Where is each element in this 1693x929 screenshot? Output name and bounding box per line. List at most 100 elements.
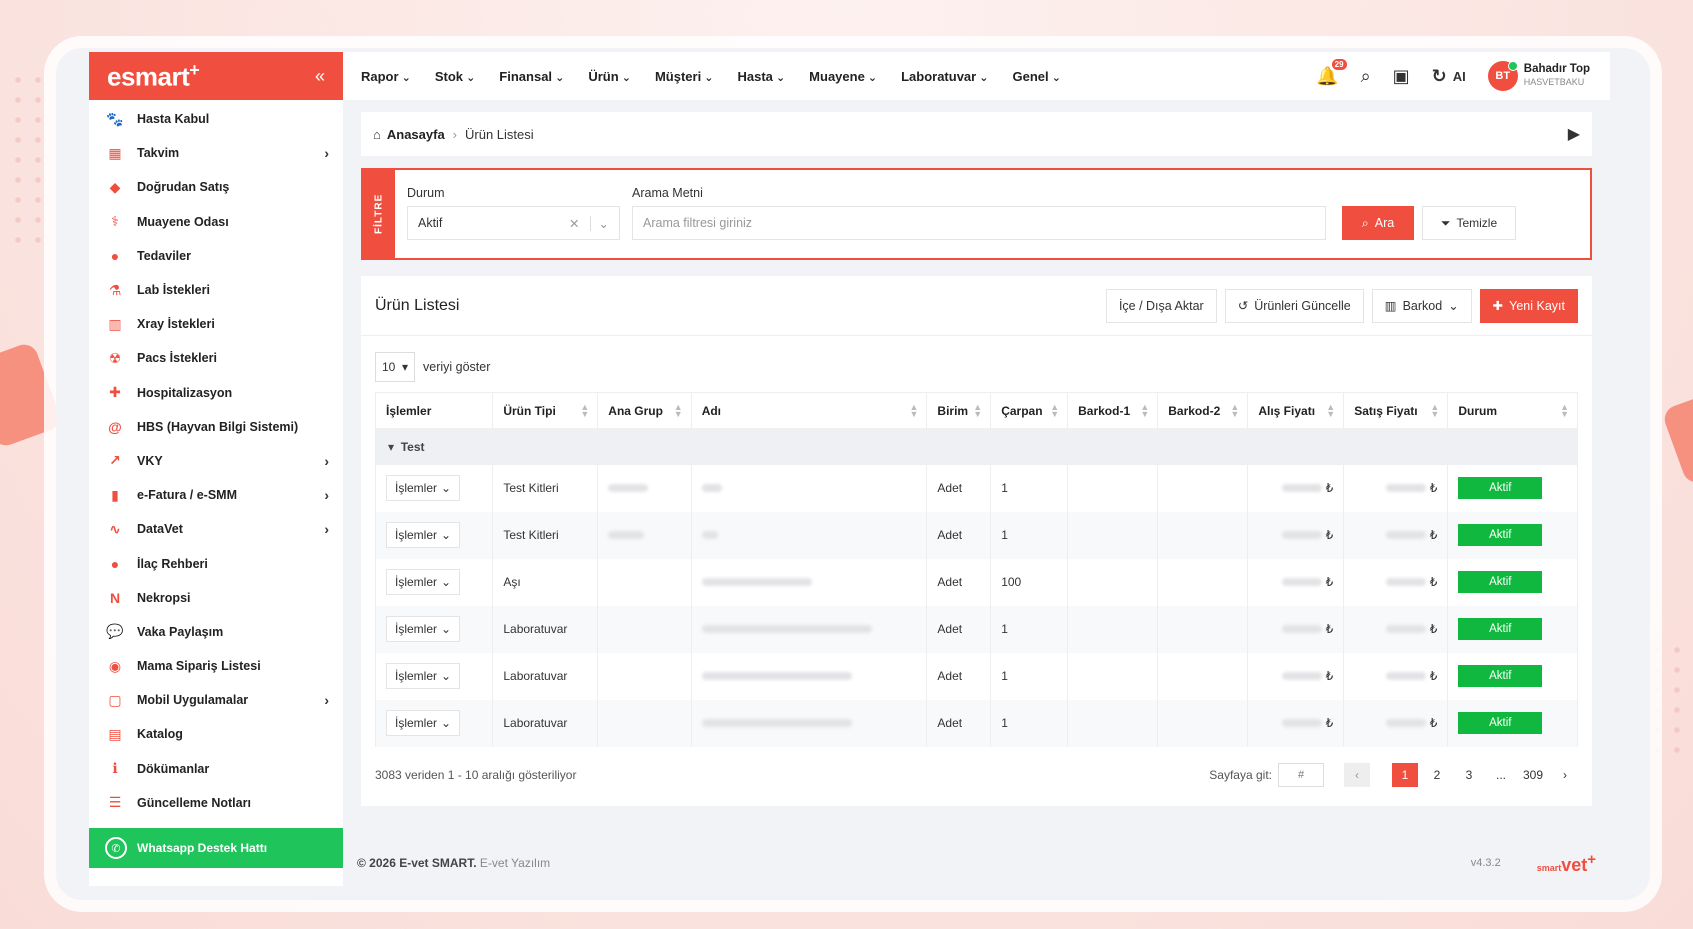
- qr-code-icon[interactable]: ▣: [1393, 66, 1410, 87]
- next-page-button[interactable]: ›: [1552, 763, 1578, 787]
- sidebar-item-11[interactable]: ▮ e-Fatura / e-SMM ›: [89, 478, 343, 512]
- top-menu-item[interactable]: Stok: [435, 69, 475, 84]
- chevron-right-icon: ›: [324, 487, 329, 504]
- sidebar-item-4[interactable]: ● Tedaviler: [89, 239, 343, 273]
- breadcrumb-home[interactable]: Anasayfa: [387, 127, 445, 142]
- search-icon[interactable]: ⌕: [1361, 66, 1371, 87]
- sidebar-item-3[interactable]: ⚕ Muayene Odası: [89, 205, 343, 239]
- top-menu-item[interactable]: Muayene: [809, 69, 877, 84]
- sidebar-item-1[interactable]: ▦ Takvim ›: [89, 136, 343, 170]
- sidebar-item-0[interactable]: 🐾 Hasta Kabul: [89, 102, 343, 136]
- user-menu[interactable]: BT Bahadır Top HASVETBAKU: [1487, 61, 1590, 91]
- column-header[interactable]: Ürün Tipi ▲ ▼: [492, 392, 599, 429]
- avatar: BT: [1487, 61, 1518, 91]
- sidebar-item-label: DataVet: [137, 522, 183, 537]
- whatsapp-support-button[interactable]: ✆ Whatsapp Destek Hattı: [89, 828, 343, 868]
- topbar: Rapor Stok Finansal Ürün Müşteri Hasta Muayene…: [343, 52, 1610, 100]
- medicine-icon: ●: [110, 555, 120, 572]
- column-header[interactable]: Ana Grup ▲ ▼: [597, 392, 692, 429]
- screen-video-icon[interactable]: ▶: [1568, 124, 1580, 144]
- column-header[interactable]: Adı ▲ ▼: [690, 392, 928, 429]
- top-menu-item[interactable]: Laboratuvar: [901, 69, 988, 84]
- sidebar-item-10[interactable]: ↗ VKY ›: [89, 444, 343, 478]
- sidebar-item-20[interactable]: ☰ Güncelleme Notları: [89, 786, 343, 820]
- top-menu-item[interactable]: Finansal: [499, 69, 564, 84]
- row-actions-dropdown[interactable]: İşlemler ⌄: [386, 569, 461, 595]
- sidebar-item-19[interactable]: ℹ Dökümanlar: [89, 752, 343, 786]
- row-actions-dropdown[interactable]: İşlemler ⌄: [386, 522, 461, 548]
- status-badge[interactable]: Aktif: [1458, 571, 1543, 593]
- sidebar-item-18[interactable]: ▤ Katalog: [89, 717, 343, 751]
- top-menu-item[interactable]: Genel: [1013, 69, 1061, 84]
- row-actions-dropdown[interactable]: İşlemler ⌄: [386, 710, 461, 736]
- sidebar-item-16[interactable]: ◉ Mama Sipariş Listesi: [89, 649, 343, 683]
- sidebar-item-15[interactable]: 💬 Vaka Paylaşım: [89, 615, 343, 649]
- sidebar-item-8[interactable]: ✚ Hospitalizasyon: [89, 376, 343, 410]
- chevron-down-icon: ⌄: [441, 481, 452, 495]
- column-header[interactable]: Barkod-1 ▲ ▼: [1067, 392, 1159, 429]
- user-org: HASVETBAKU: [1523, 77, 1585, 87]
- row-actions-dropdown[interactable]: İşlemler ⌄: [386, 663, 461, 689]
- status-badge[interactable]: Aktif: [1458, 477, 1543, 499]
- column-header[interactable]: Satış Fiyatı ▲ ▼: [1343, 392, 1449, 429]
- import-export-button[interactable]: İçe / Dışa Aktar: [1105, 288, 1217, 323]
- notification-bell-icon[interactable]: 🔔 29: [1316, 58, 1347, 87]
- top-menu-item[interactable]: Rapor: [361, 69, 411, 84]
- top-menu-item[interactable]: Ürün: [588, 69, 631, 84]
- column-header[interactable]: Çarpan ▲ ▼: [990, 392, 1069, 429]
- sidebar-item-5[interactable]: ⚗ Lab İstekleri: [89, 273, 343, 307]
- decor-dots-right: [1647, 640, 1687, 760]
- cell-sale-price: ₺: [1343, 464, 1449, 512]
- barcode-button[interactable]: ▥ Barkod ⌄: [1371, 288, 1472, 323]
- top-menu-item[interactable]: Müşteri: [655, 69, 714, 84]
- chevron-down-icon[interactable]: ⌄: [589, 215, 609, 231]
- column-header[interactable]: Durum ▲ ▼: [1447, 392, 1578, 429]
- column-header[interactable]: Alış Fiyatı ▲ ▼: [1247, 392, 1345, 429]
- status-badge[interactable]: Aktif: [1458, 524, 1543, 546]
- page-length-select[interactable]: 10 ▾: [375, 352, 415, 382]
- search-input[interactable]: [632, 206, 1326, 240]
- n-icon: N: [109, 589, 121, 606]
- cell-status: Aktif: [1447, 652, 1578, 700]
- page-button[interactable]: 1: [1392, 762, 1418, 787]
- ai-button[interactable]: ↻ AI: [1432, 66, 1466, 87]
- search-button[interactable]: ⌕ Ara: [1342, 206, 1414, 240]
- sidebar-item-6[interactable]: ▥ Xray İstekleri: [89, 307, 343, 341]
- sort-icon: ▲ ▼: [1050, 402, 1060, 419]
- sale-icon: ◆: [109, 178, 121, 195]
- new-record-button[interactable]: ✚ Yeni Kayıt: [1479, 288, 1578, 323]
- home-icon[interactable]: ⌂: [373, 127, 381, 142]
- cell-purchase-price: ₺: [1247, 464, 1345, 512]
- column-header[interactable]: Barkod-2 ▲ ▼: [1157, 392, 1249, 429]
- durum-select[interactable]: Aktif ✕ ⌄: [407, 206, 620, 240]
- column-header[interactable]: Birim ▲ ▼: [926, 392, 992, 429]
- page-button[interactable]: 309: [1520, 763, 1546, 787]
- group-row[interactable]: ▾ Test: [375, 428, 1578, 465]
- top-menu-item[interactable]: Hasta: [737, 69, 785, 84]
- cell-barcode-1: [1067, 464, 1159, 512]
- row-actions-dropdown[interactable]: İşlemler ⌄: [386, 475, 461, 501]
- esmart-logo[interactable]: esmart+: [107, 60, 200, 93]
- sidebar-item-17[interactable]: ▢ Mobil Uygulamalar ›: [89, 683, 343, 717]
- sidebar-item-2[interactable]: ◆ Doğrudan Satış: [89, 170, 343, 204]
- sidebar-item-9[interactable]: @ HBS (Hayvan Bilgi Sistemi): [89, 410, 343, 444]
- sidebar-item-12[interactable]: ∿ DataVet ›: [89, 512, 343, 546]
- sidebar-item-7[interactable]: ☢ Pacs İstekleri: [89, 341, 343, 375]
- page-button[interactable]: 3: [1456, 763, 1482, 787]
- collapse-sidebar-icon[interactable]: «: [315, 66, 325, 87]
- page-button[interactable]: 2: [1424, 763, 1450, 787]
- status-badge[interactable]: Aktif: [1458, 665, 1543, 687]
- update-products-button[interactable]: ↺ Ürünleri Güncelle: [1224, 288, 1364, 323]
- search-label: Arama Metni: [632, 186, 703, 200]
- goto-page-input[interactable]: [1278, 762, 1324, 787]
- clear-filter-button[interactable]: ⏷ Temizle: [1422, 206, 1516, 240]
- status-badge[interactable]: Aktif: [1458, 618, 1543, 640]
- status-badge[interactable]: Aktif: [1458, 712, 1543, 734]
- prev-page-button[interactable]: ‹: [1344, 762, 1370, 787]
- clear-select-icon[interactable]: ✕: [569, 216, 579, 231]
- row-actions-dropdown[interactable]: İşlemler ⌄: [386, 616, 461, 642]
- sort-icon: ▲ ▼: [673, 402, 683, 419]
- sidebar-item-14[interactable]: N Nekropsi: [89, 581, 343, 615]
- column-header[interactable]: İşlemler: [374, 392, 494, 429]
- sidebar-item-13[interactable]: ● İlaç Rehberi: [89, 546, 343, 580]
